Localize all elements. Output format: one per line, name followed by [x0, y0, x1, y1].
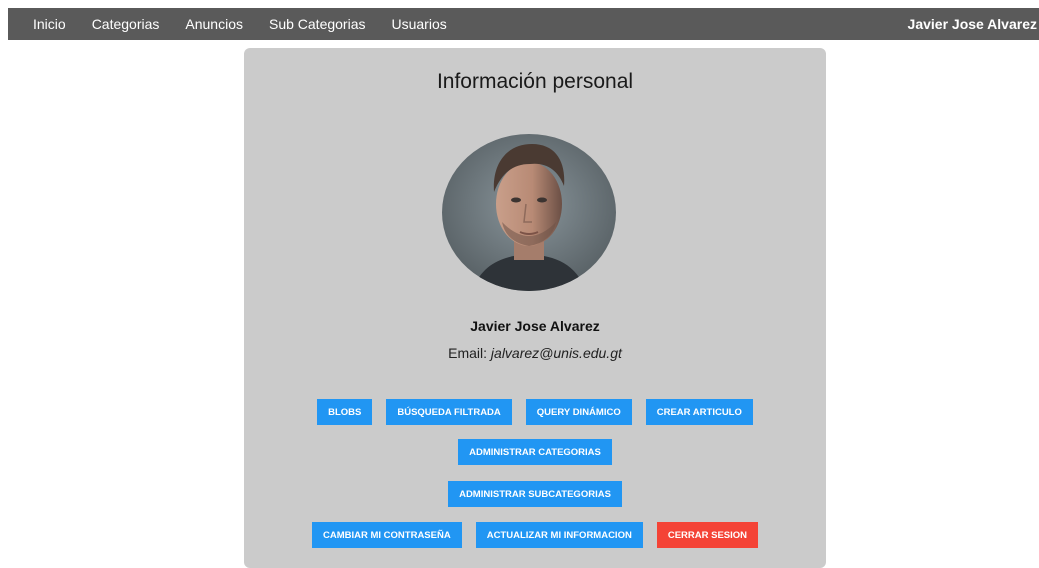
nav-link-anuncios[interactable]: Anuncios: [172, 8, 256, 40]
nav-link-usuarios[interactable]: Usuarios: [379, 8, 460, 40]
blobs-button[interactable]: BLOBS: [317, 399, 373, 425]
actions-row-3: ADMINISTRAR SUBCATEGORIAS: [244, 481, 826, 507]
avatar: [442, 134, 616, 291]
nav-links: Inicio Categorias Anuncios Sub Categoria…: [8, 8, 460, 40]
page-title: Información personal: [436, 70, 634, 93]
top-navbar: Inicio Categorias Anuncios Sub Categoria…: [8, 8, 1039, 40]
email-label: Email:: [448, 345, 488, 361]
nav-user-name[interactable]: Javier Jose Alvarez: [908, 8, 1039, 40]
actions-row-1: BLOBS BÚSQUEDA FILTRADA QUERY DINÁMICO C…: [244, 399, 826, 425]
cambiar-contrasena-button[interactable]: CAMBIAR MI CONTRASEÑA: [311, 522, 462, 548]
nav-link-sub-categorias[interactable]: Sub Categorias: [256, 8, 379, 40]
avatar-photo: [442, 134, 616, 291]
administrar-categorias-button[interactable]: ADMINISTRAR CATEGORIAS: [458, 439, 612, 465]
administrar-subcategorias-button[interactable]: ADMINISTRAR SUBCATEGORIAS: [448, 481, 622, 507]
email-value: jalvarez@unis.edu.gt: [490, 345, 622, 361]
busqueda-filtrada-button[interactable]: BÚSQUEDA FILTRADA: [386, 399, 512, 425]
crear-articulo-button[interactable]: CREAR ARTICULO: [645, 399, 753, 425]
cerrar-sesion-button[interactable]: CERRAR SESION: [656, 522, 759, 548]
profile-card: Información personal Javier Jose Alvarez…: [244, 48, 826, 568]
profile-name: Javier Jose Alvarez: [470, 318, 600, 334]
actions-row-4: CAMBIAR MI CONTRASEÑA ACTUALIZAR MI INFO…: [244, 522, 826, 548]
profile-email: Email: jalvarez@unis.edu.gt: [244, 345, 826, 361]
query-dinamico-button[interactable]: QUERY DINÁMICO: [525, 399, 632, 425]
nav-link-inicio[interactable]: Inicio: [8, 8, 79, 40]
actualizar-informacion-button[interactable]: ACTUALIZAR MI INFORMACION: [475, 522, 643, 548]
actions-row-2: ADMINISTRAR CATEGORIAS: [244, 439, 826, 465]
nav-link-categorias[interactable]: Categorias: [79, 8, 173, 40]
